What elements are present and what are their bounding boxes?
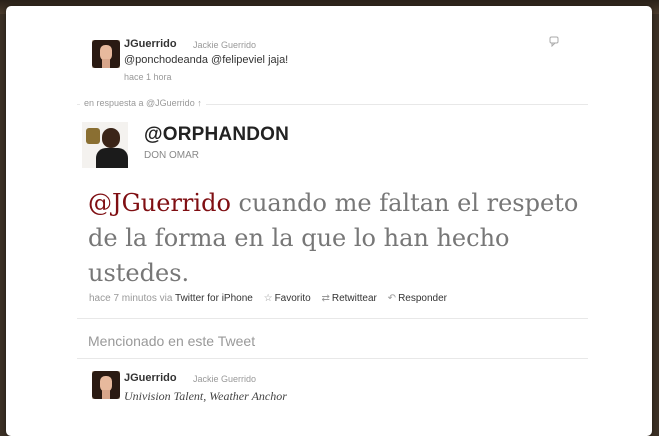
author-name[interactable]: JGuerrido	[124, 38, 177, 50]
tweet-text: @ponchodeanda @felipeviel jaja!	[124, 54, 288, 66]
author-fullname: Jackie Guerrido	[193, 374, 257, 384]
user-bio: Univision Talent, Weather Anchor	[124, 389, 287, 403]
tweet-actions: hace 7 minutos via Twitter for iPhone ☆ F…	[89, 293, 447, 304]
avatar[interactable]	[82, 122, 128, 168]
mentioned-heading: Mencionado en este Tweet	[88, 333, 256, 349]
author-handle[interactable]: @ORPHANDON	[144, 124, 289, 146]
author-name[interactable]: JGuerrido	[124, 372, 177, 384]
favorite-button[interactable]: ☆ Favorito	[264, 293, 311, 304]
reply-button[interactable]: ↶ Responder	[388, 293, 447, 304]
via-label: via	[159, 293, 173, 304]
mention-link[interactable]: @ponchodeanda	[124, 54, 208, 66]
speech-bubble-icon[interactable]	[549, 36, 560, 50]
divider	[77, 358, 588, 359]
via-app-link[interactable]: Twitter for iPhone	[175, 293, 253, 304]
author-fullname: DON OMAR	[144, 150, 199, 161]
tweet-text-end: jaja!	[268, 54, 289, 66]
star-icon: ☆	[263, 293, 273, 304]
mention-link[interactable]: @felipeviel	[211, 54, 265, 66]
retweet-icon: ⇄	[321, 293, 330, 304]
divider	[77, 318, 588, 319]
tweet-text: @JGuerrido cuando me faltan el respeto d…	[88, 186, 608, 291]
timestamp[interactable]: hace 7 minutos	[89, 293, 157, 304]
in-reply-to-link[interactable]: en respuesta a @JGuerrido ↑	[80, 98, 206, 108]
mention-link[interactable]: @JGuerrido	[88, 189, 231, 217]
author-fullname: Jackie Guerrido	[193, 40, 257, 50]
avatar[interactable]	[92, 371, 120, 399]
timestamp[interactable]: hace 1 hora	[124, 72, 172, 82]
reply-icon: ↶	[387, 293, 397, 304]
avatar[interactable]	[92, 40, 120, 68]
retweet-button[interactable]: ⇄ Retwittear	[321, 293, 376, 304]
